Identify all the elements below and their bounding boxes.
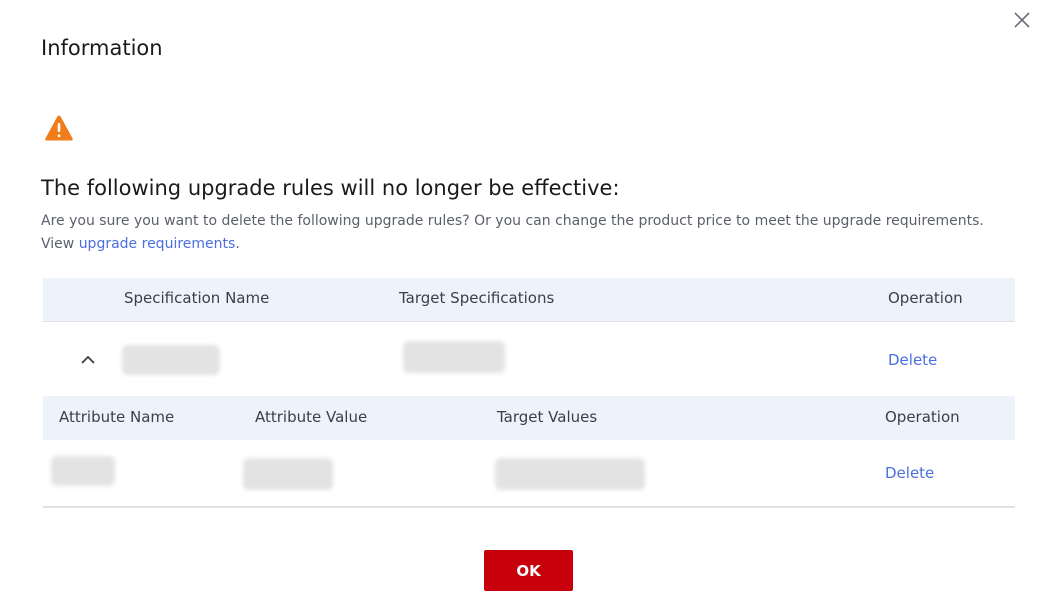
spec-table-header: Specification Name Target Specifications… (43, 278, 1015, 321)
delete-spec-button[interactable]: Delete (888, 351, 937, 369)
table-row: Delete (43, 321, 1015, 396)
description: Are you sure you want to delete the foll… (41, 210, 1001, 256)
header-target-specs: Target Specifications (399, 289, 555, 307)
attr-table-header: Attribute Name Attribute Value Target Va… (43, 396, 1015, 440)
attr-name-redacted (51, 456, 115, 486)
warning-icon (44, 114, 74, 142)
table-row: Delete (43, 440, 1015, 508)
header-spec-name: Specification Name (124, 289, 270, 307)
dialog-title: Information (41, 36, 163, 60)
information-dialog: Information The following upgrade rules … (0, 0, 1045, 591)
target-value-redacted (495, 458, 645, 490)
header-target-values: Target Values (497, 408, 598, 426)
spec-table: Specification Name Target Specifications… (43, 278, 1015, 508)
header-attr-name: Attribute Name (59, 408, 175, 426)
spec-name-redacted (122, 345, 220, 375)
header-operation: Operation (888, 289, 963, 307)
chevron-up-icon[interactable] (79, 352, 97, 366)
header-attr-operation: Operation (885, 408, 960, 426)
description-end: . (235, 236, 240, 252)
upgrade-requirements-link[interactable]: upgrade requirements (79, 236, 236, 252)
headline: The following upgrade rules will no long… (41, 176, 620, 200)
ok-button[interactable]: OK (484, 550, 573, 591)
header-attr-value: Attribute Value (255, 408, 368, 426)
delete-attr-button[interactable]: Delete (885, 464, 934, 482)
target-spec-redacted (403, 341, 505, 373)
close-icon[interactable] (1010, 8, 1034, 32)
attr-value-redacted (243, 458, 333, 490)
